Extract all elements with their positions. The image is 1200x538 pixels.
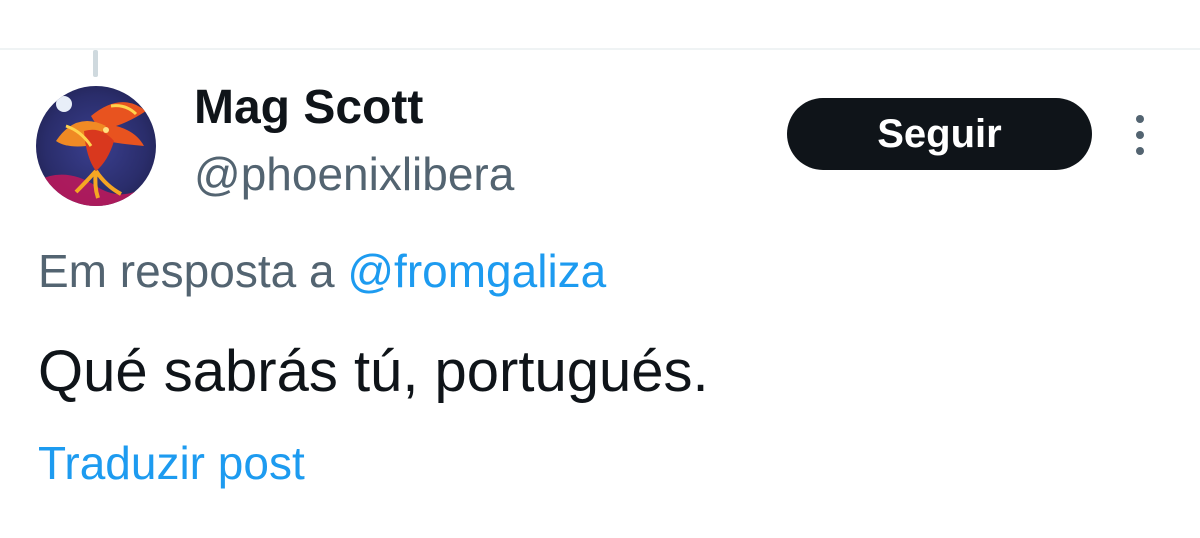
thread-connector-line: [93, 50, 98, 77]
top-divider: [0, 48, 1200, 50]
more-dot: [1136, 131, 1144, 139]
more-dot: [1136, 147, 1144, 155]
post-text: Qué sabrás tú, portugués.: [38, 339, 709, 404]
phoenix-avatar-icon: [36, 86, 156, 206]
avatar[interactable]: [36, 86, 156, 206]
more-vertical-icon[interactable]: [1122, 110, 1158, 160]
follow-button[interactable]: Seguir: [787, 98, 1092, 170]
reply-context: Em resposta a @fromgaliza: [38, 242, 606, 300]
author-display-name[interactable]: Mag Scott: [194, 80, 423, 136]
more-dot: [1136, 115, 1144, 123]
translate-post-link[interactable]: Traduzir post: [38, 434, 305, 492]
reply-prefix: Em resposta a: [38, 245, 335, 297]
author-handle[interactable]: @phoenixlibera: [194, 146, 514, 202]
reply-mention-link[interactable]: @fromgaliza: [347, 245, 606, 297]
